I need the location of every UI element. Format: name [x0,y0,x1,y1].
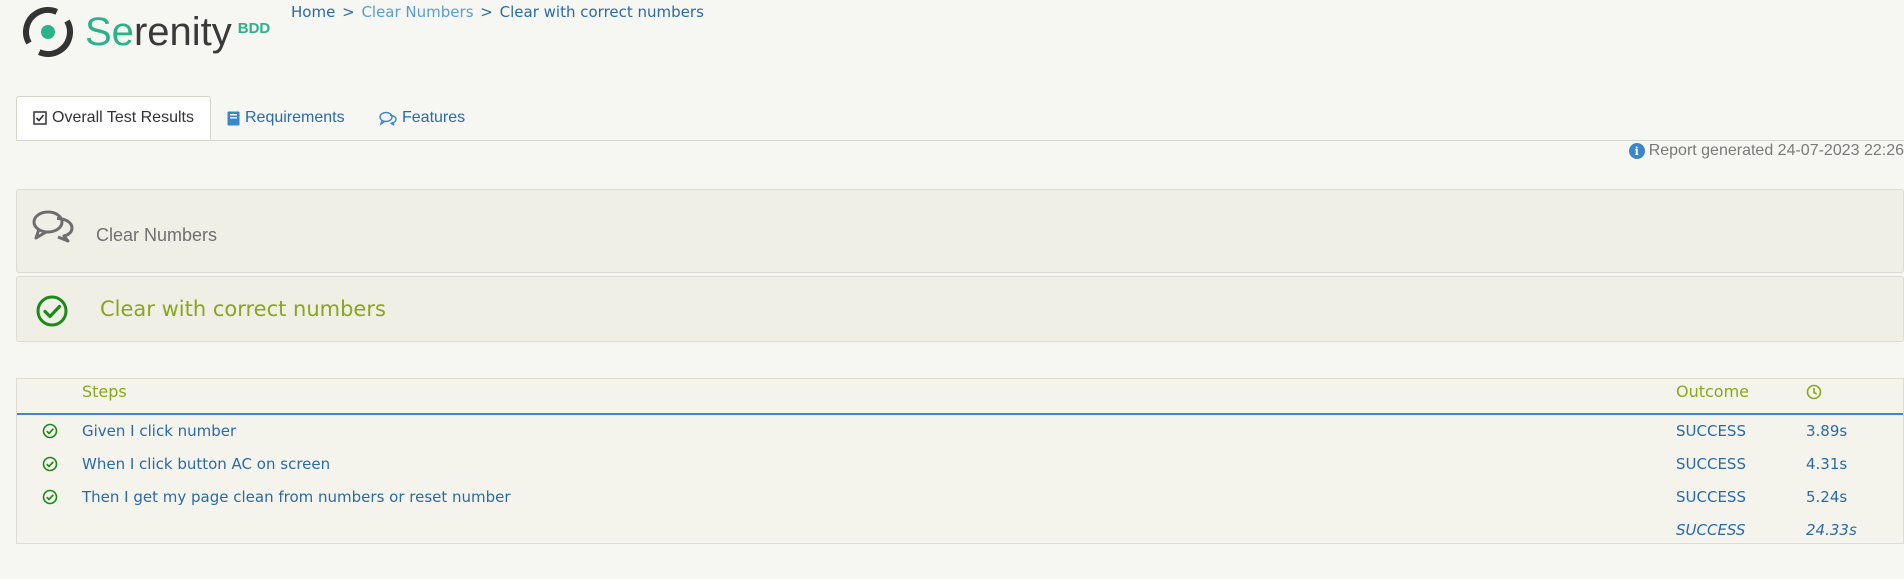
table-row: Given I click number SUCCESS 3.89s [17,415,1903,448]
table-total-row: SUCCESS 24.33s [17,514,1903,547]
breadcrumb-separator: > [480,3,493,21]
check-circle-icon [35,294,69,332]
total-outcome: SUCCESS [1676,521,1746,539]
step-text[interactable]: Then I get my page clean from numbers or… [82,488,511,506]
breadcrumb-current: Clear with correct numbers [499,3,704,21]
feature-title: Clear Numbers [96,225,218,245]
tab-overall-test-results[interactable]: Overall Test Results [16,96,211,140]
step-text[interactable]: When I click button AC on screen [82,455,330,473]
steps-table: Steps Outcome Given I click number SUCCE… [16,378,1904,544]
book-icon [227,111,240,126]
main-tabs: Overall Test Results Requirements Featur… [16,96,1904,141]
step-duration: 5.24s [1806,488,1848,506]
tab-features[interactable]: Features [379,96,465,140]
logo-sub: BDD [237,19,271,37]
scenario-title: Clear with correct numbers [100,297,386,321]
comments-icon [379,111,397,126]
step-text[interactable]: Given I click number [82,422,236,440]
clock-icon [1806,384,1822,404]
table-row: When I click button AC on screen SUCCESS… [17,448,1903,481]
table-header: Steps Outcome [17,379,1903,415]
report-generated: i Report generated 24-07-2023 22:26 [1628,142,1904,160]
serenity-logo[interactable]: Serenity BDD [20,4,270,60]
comments-icon [31,208,75,248]
feature-panel: Clear Numbers [16,189,1904,273]
step-outcome: SUCCESS [1676,422,1746,440]
check-circle-icon [42,456,58,476]
tab-label: Requirements [245,109,345,126]
breadcrumb-home[interactable]: Home [291,3,335,21]
report-generated-text: Report generated 24-07-2023 22:26 [1648,142,1904,159]
scenario-panel: Clear with correct numbers [16,276,1904,342]
header-outcome: Outcome [1676,382,1750,401]
check-circle-icon [42,423,58,443]
table-row: Then I get my page clean from numbers or… [17,481,1903,514]
tab-label: Features [402,109,466,126]
tab-label: Overall Test Results [52,109,194,126]
breadcrumb-separator: > [342,3,355,21]
breadcrumb-feature[interactable]: Clear Numbers [361,3,473,21]
total-duration: 24.33s [1806,521,1857,539]
tab-requirements[interactable]: Requirements [227,96,345,140]
step-outcome: SUCCESS [1676,455,1746,473]
step-duration: 3.89s [1806,422,1848,440]
breadcrumb: Home > Clear Numbers > Clear with correc… [291,3,704,21]
logo-text: Serenity [85,10,232,54]
info-icon: i [1628,143,1645,159]
checkbox-icon [33,111,47,125]
header-steps: Steps [82,382,127,401]
serenity-logo-icon [22,6,73,57]
check-circle-icon [42,489,58,509]
step-outcome: SUCCESS [1676,488,1746,506]
step-duration: 4.31s [1806,455,1848,473]
